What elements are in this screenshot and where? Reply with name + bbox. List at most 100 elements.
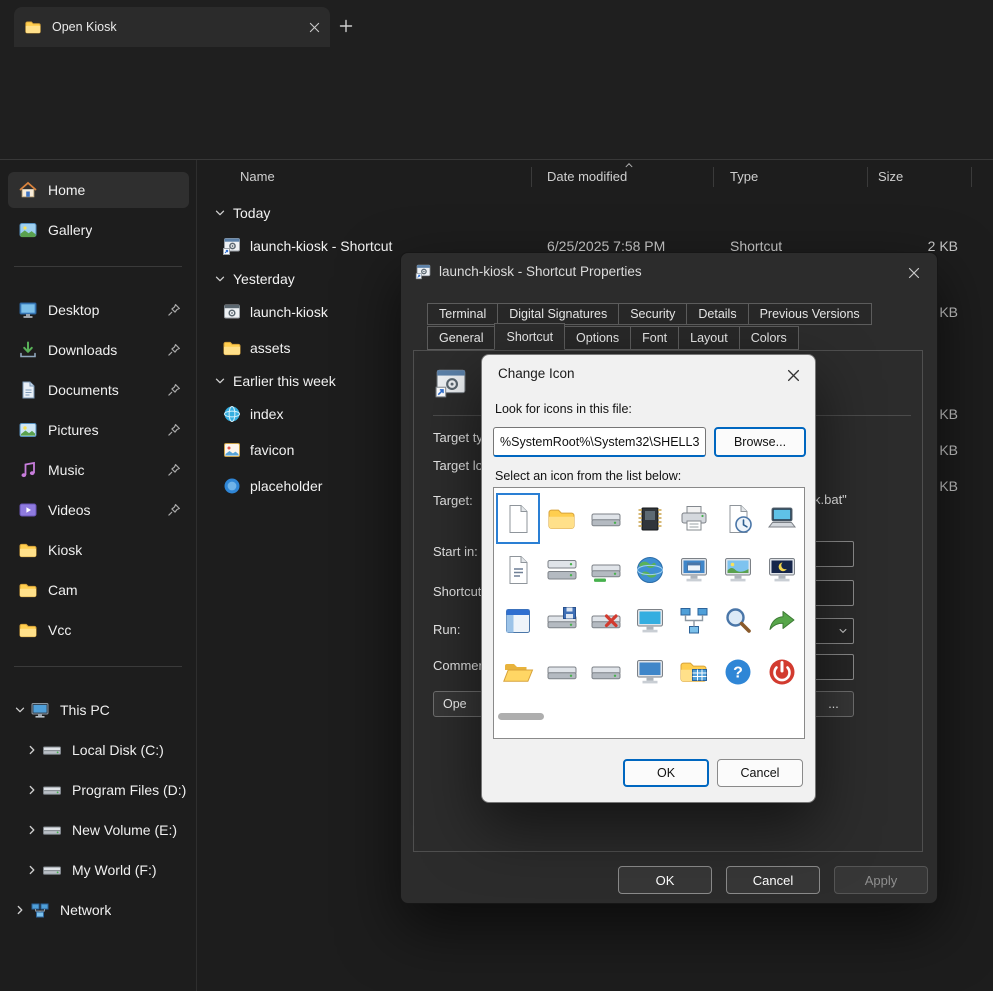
- chevron-right-icon[interactable]: [14, 904, 26, 916]
- chevron-right-icon[interactable]: [26, 824, 38, 836]
- tab-terminal[interactable]: Terminal: [427, 303, 498, 325]
- icon-cell[interactable]: [716, 595, 760, 646]
- chevron-down-icon[interactable]: [14, 704, 26, 716]
- sidebar-item-desktop[interactable]: Desktop: [8, 292, 189, 328]
- icon-file-path-input[interactable]: [493, 427, 706, 457]
- icon-cell[interactable]: [672, 646, 716, 697]
- icon-cell[interactable]: [672, 544, 716, 595]
- icon-cell[interactable]: [540, 493, 584, 544]
- icon-cell[interactable]: [760, 646, 804, 697]
- chevron-right-icon[interactable]: [26, 864, 38, 876]
- image-circle-icon: [222, 476, 242, 496]
- tab-general[interactable]: General: [427, 326, 495, 350]
- shortcut-key-label: Shortcut: [433, 584, 481, 599]
- sidebar-item-my-world-f[interactable]: My World (F:): [8, 852, 189, 888]
- icon-cell[interactable]: [496, 595, 540, 646]
- icon-cell[interactable]: [584, 544, 628, 595]
- image-file-icon: [222, 440, 242, 460]
- column-divider[interactable]: [531, 167, 532, 187]
- tab-layout[interactable]: Layout: [678, 326, 740, 350]
- tab-digital-signatures[interactable]: Digital Signatures: [497, 303, 619, 325]
- sidebar-item-vcc[interactable]: Vcc: [8, 612, 189, 648]
- icon-cell[interactable]: ?: [716, 646, 760, 697]
- tab-font[interactable]: Font: [630, 326, 679, 350]
- sidebar-item-downloads[interactable]: Downloads: [8, 332, 189, 368]
- icon-cell[interactable]: [760, 493, 804, 544]
- chevron-right-icon[interactable]: [26, 744, 38, 756]
- group-header-today[interactable]: Today: [197, 198, 977, 228]
- browse-button[interactable]: Browse...: [714, 427, 806, 457]
- sidebar-item-new-volume-e[interactable]: New Volume (E:): [8, 812, 189, 848]
- close-tab-icon[interactable]: [309, 22, 320, 33]
- icon-cell[interactable]: [496, 646, 540, 697]
- sidebar-item-gallery[interactable]: Gallery: [8, 212, 189, 248]
- sidebar-item-cam[interactable]: Cam: [8, 572, 189, 608]
- icon-cell[interactable]: [584, 595, 628, 646]
- icon-cell[interactable]: [496, 493, 540, 544]
- cancel-button[interactable]: Cancel: [726, 866, 820, 894]
- sidebar-item-home[interactable]: Home: [8, 172, 189, 208]
- icon-grid-box: ?: [493, 487, 805, 739]
- icon-cell[interactable]: [628, 595, 672, 646]
- close-button[interactable]: [781, 363, 805, 387]
- chevron-right-icon[interactable]: [26, 784, 38, 796]
- sidebar-item-documents[interactable]: Documents: [8, 372, 189, 408]
- horizontal-scrollbar-thumb[interactable]: [498, 713, 544, 720]
- cancel-button[interactable]: Cancel: [717, 759, 803, 787]
- icon-cell[interactable]: [540, 595, 584, 646]
- sidebar-item-program-files-d[interactable]: Program Files (D:): [8, 772, 189, 808]
- sidebar-item-music[interactable]: Music: [8, 452, 189, 488]
- sidebar-item-this-pc[interactable]: This PC: [8, 692, 189, 728]
- tab-previous-versions[interactable]: Previous Versions: [748, 303, 872, 325]
- icon-cell[interactable]: [672, 493, 716, 544]
- close-button[interactable]: [903, 262, 925, 284]
- icon-cell[interactable]: [628, 646, 672, 697]
- tab-shortcut[interactable]: Shortcut: [494, 323, 565, 350]
- apply-button[interactable]: Apply: [834, 866, 928, 894]
- chevron-down-icon[interactable]: [214, 207, 226, 219]
- shortcut-key-field-fragment[interactable]: [813, 580, 854, 606]
- sidebar-item-local-disk-c[interactable]: Local Disk (C:): [8, 732, 189, 768]
- icon-cell[interactable]: [628, 544, 672, 595]
- explorer-tab[interactable]: Open Kiosk: [14, 7, 330, 47]
- icon-cell[interactable]: [672, 595, 716, 646]
- ok-button[interactable]: OK: [623, 759, 709, 787]
- open-file-location-button-fragment[interactable]: Ope: [433, 691, 483, 717]
- icon-cell[interactable]: [540, 544, 584, 595]
- icon-cell[interactable]: [496, 544, 540, 595]
- column-divider[interactable]: [971, 167, 972, 187]
- advanced-button-fragment[interactable]: ...: [813, 691, 854, 717]
- icon-cell[interactable]: [628, 493, 672, 544]
- comment-field-fragment[interactable]: [813, 654, 854, 680]
- ok-button[interactable]: OK: [618, 866, 712, 894]
- drive-save-icon: [546, 605, 578, 637]
- column-divider[interactable]: [713, 167, 714, 187]
- chevron-down-icon[interactable]: [214, 273, 226, 285]
- column-date-modified[interactable]: Date modified: [547, 169, 627, 184]
- file-name: launch-kiosk - Shortcut: [250, 238, 392, 254]
- tab-security[interactable]: Security: [618, 303, 687, 325]
- icon-cell[interactable]: [540, 646, 584, 697]
- column-name[interactable]: Name: [240, 169, 275, 184]
- icon-cell[interactable]: [760, 544, 804, 595]
- navigation-pane: Home Gallery Desktop Downloads Documents Pict…: [0, 160, 197, 991]
- column-size[interactable]: Size: [878, 169, 903, 184]
- start-in-field-fragment[interactable]: [813, 541, 854, 567]
- sidebar-item-videos[interactable]: Videos: [8, 492, 189, 528]
- icon-cell[interactable]: [584, 493, 628, 544]
- column-type[interactable]: Type: [730, 169, 758, 184]
- column-divider[interactable]: [867, 167, 868, 187]
- icon-cell[interactable]: [760, 595, 804, 646]
- tab-colors[interactable]: Colors: [739, 326, 799, 350]
- sidebar-item-pictures[interactable]: Pictures: [8, 412, 189, 448]
- new-tab-button[interactable]: [332, 12, 360, 40]
- tab-details[interactable]: Details: [686, 303, 748, 325]
- sidebar-item-kiosk[interactable]: Kiosk: [8, 532, 189, 568]
- icon-cell[interactable]: [716, 493, 760, 544]
- run-dropdown-fragment[interactable]: [813, 618, 854, 644]
- icon-cell[interactable]: [716, 544, 760, 595]
- sidebar-item-network[interactable]: Network: [8, 892, 189, 928]
- icon-cell[interactable]: [584, 646, 628, 697]
- tab-options[interactable]: Options: [564, 326, 631, 350]
- chevron-down-icon[interactable]: [214, 375, 226, 387]
